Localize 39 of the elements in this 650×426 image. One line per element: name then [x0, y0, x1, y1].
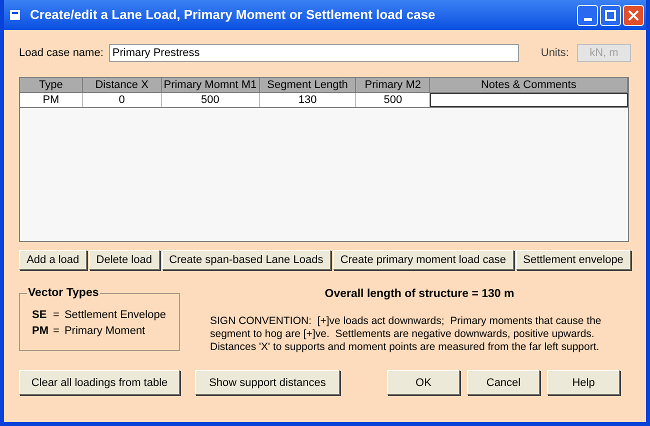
column-header: Notes & Comments	[430, 78, 628, 93]
table-cell: PM	[20, 93, 83, 107]
action-button[interactable]: Create span-based Lane Loads	[162, 250, 331, 270]
maximize-button[interactable]	[600, 4, 621, 26]
type-code: SE	[32, 309, 48, 322]
type-meaning: Settlement Envelope	[64, 309, 166, 322]
table-cell: 500	[162, 93, 260, 107]
units-field: kN, m	[577, 44, 631, 62]
window-icon	[8, 8, 22, 22]
field-label: Load case name:	[19, 46, 104, 61]
overall-length-text: Overall length of structure = 130 m	[324, 287, 514, 302]
equals-sign: =	[53, 325, 60, 338]
close-icon	[628, 10, 639, 20]
window-title: Create/edit a Lane Load, Primary Moment or Settlement load case	[30, 6, 436, 24]
action-button[interactable]: Add a load	[19, 250, 87, 270]
table-cell: 130	[260, 93, 356, 107]
dialog-button[interactable]: Cancel	[467, 370, 540, 396]
type-meaning: Primary Moment	[64, 325, 146, 338]
dialog-button[interactable]: Show support distances	[195, 370, 340, 396]
sign-convention-text: Distances 'X' to supports and moment points are measured from the far left support.	[210, 341, 600, 354]
field-label: Units:	[540, 46, 569, 61]
dialog-button[interactable]: Clear all loadings from table	[19, 370, 180, 396]
table-cell: 500	[356, 93, 430, 107]
dialog-button[interactable]: Help	[547, 370, 620, 396]
action-button[interactable]: Settlement envelope	[516, 250, 631, 270]
table-cell: 0	[82, 93, 162, 107]
load-case-name-field[interactable]: Primary Prestress	[109, 44, 520, 62]
type-code: PM	[32, 325, 48, 338]
dialog-button[interactable]: OK	[387, 370, 460, 396]
maximize-icon	[605, 10, 616, 20]
minimize-icon	[584, 18, 592, 20]
minimize-button[interactable]	[577, 4, 598, 26]
sign-convention-text: SIGN CONVENTION: [+]ve loads act downwards; Primary moments that cause the	[210, 315, 602, 328]
action-button[interactable]: Delete load	[88, 250, 160, 270]
equals-sign: =	[53, 309, 60, 322]
action-button[interactable]: Create primary moment load case	[332, 250, 514, 270]
group-title: Vector Types	[27, 286, 100, 301]
sign-convention-text: segment to hog are [+]ve. Settlements are negative downwards, positive upwards.	[210, 328, 596, 342]
close-button[interactable]	[623, 4, 644, 26]
